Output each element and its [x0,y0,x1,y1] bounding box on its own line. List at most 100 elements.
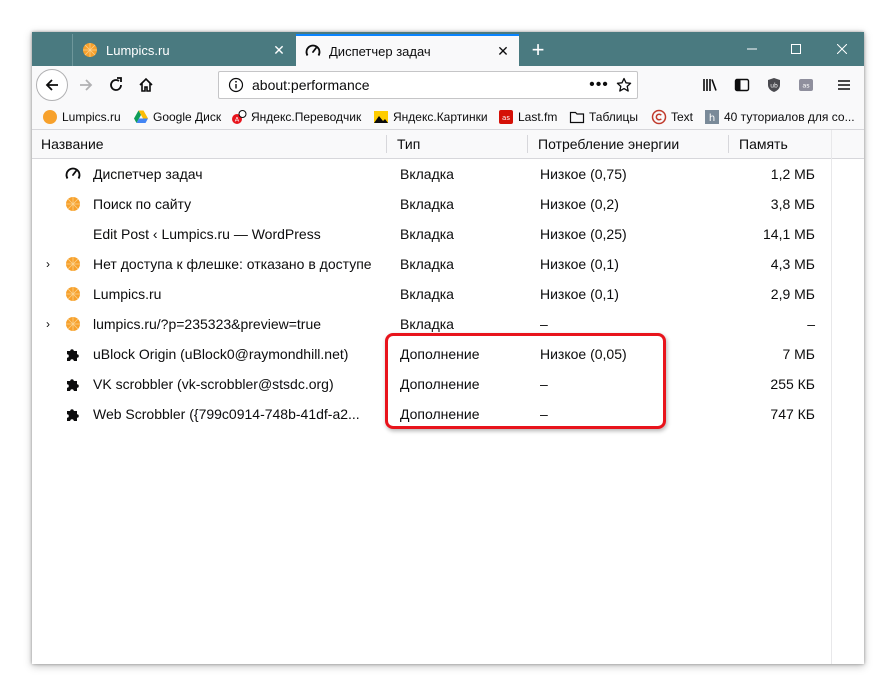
memory-usage: 7 МБ [782,346,815,362]
table-row[interactable]: Диспетчер задач Вкладка Низкое (0,75) 1,2 М… [32,159,864,189]
column-header-name[interactable]: Название [41,130,104,158]
tab-task-manager[interactable]: Диспетчер задач ✕ [296,34,519,66]
blank-icon [65,226,81,242]
table-row[interactable]: Поиск по сайту Вкладка Низкое (0,2) 3,8 МБ [32,189,864,219]
table-row[interactable]: Lumpics.ru Вкладка Низкое (0,1) 2,9 МБ [32,279,864,309]
bookmark-yandex-translate[interactable]: A Яндекс.Переводчик [231,108,361,126]
column-header-energy[interactable]: Потребление энергии [538,130,679,158]
process-name: lumpics.ru/?p=235323&preview=true [93,316,322,332]
energy-impact: Низкое (0,1) [540,286,619,302]
orange-circle-icon [65,286,81,302]
yandex-translate-icon: A [231,109,247,125]
energy-impact: Низкое (0,1) [540,256,619,272]
url-bar[interactable]: ••• [218,71,638,99]
forward-button[interactable] [72,71,100,99]
column-divider[interactable] [527,135,528,153]
bookmark-label: Lumpics.ru [62,110,121,124]
orange-circle-icon [65,316,81,332]
orange-circle-icon [65,256,81,272]
expand-twisty-icon[interactable]: › [41,309,55,339]
maximize-icon [791,44,801,54]
lastfm-button[interactable]: as [792,71,820,99]
tab-title: Диспетчер задач [329,43,431,59]
bookmark-label: Яндекс.Переводчик [251,110,362,124]
new-tab-button[interactable]: + [524,36,552,64]
ublock-button[interactable]: ub [760,71,788,99]
expand-twisty-icon [41,339,55,369]
energy-impact: Низкое (0,25) [540,226,627,242]
process-type: Вкладка [400,286,454,302]
table-row[interactable]: › Нет доступа к флешке: отказано в доступ… [32,249,864,279]
close-icon[interactable]: ✕ [269,40,289,60]
sidebar-button[interactable] [728,71,756,99]
library-icon [703,79,717,91]
memory-usage: 14,1 МБ [763,226,815,242]
sidebar-icon [734,78,750,92]
table-row[interactable]: Edit Post ‹ Lumpics.ru — WordPress Вкладк… [32,219,864,249]
close-icon [837,44,847,54]
bookmark-yandex-images[interactable]: Яндекс.Картинки [373,108,488,126]
process-name: Edit Post ‹ Lumpics.ru — WordPress [93,226,321,242]
column-divider[interactable] [728,135,729,153]
arrow-left-icon [45,79,58,91]
url-input[interactable] [252,77,587,93]
bookmark-lastfm[interactable]: as Last.fm [498,108,557,126]
table-header: Название Тип Потребление энергии Память [32,130,864,159]
svg-text:as: as [802,82,810,90]
orange-circle-icon [65,196,81,212]
memory-usage: 4,3 МБ [770,256,815,272]
process-name: Web Scrobbler ({799c0914-748b-41df-a2... [93,406,360,422]
yandex-images-icon [373,109,389,125]
minimize-icon [747,48,757,50]
process-type: Вкладка [400,226,454,242]
menu-button[interactable] [830,71,858,99]
process-name: Поиск по сайту [93,196,192,212]
hamburger-menu-icon [838,80,850,90]
star-icon[interactable] [611,77,637,93]
reload-button[interactable] [102,71,130,99]
process-name: Lumpics.ru [93,286,162,302]
bookmark-lumpics[interactable]: Lumpics.ru [42,108,121,126]
memory-usage: – [807,316,815,332]
expand-twisty-icon [41,369,55,399]
column-header-type[interactable]: Тип [397,130,420,158]
memory-usage: 1,2 МБ [770,166,815,182]
process-name: uBlock Origin (uBlock0@raymondhill.net) [93,346,349,362]
svg-text:h: h [709,113,715,124]
process-name: Диспетчер задач [93,166,203,182]
tab-lumpics[interactable]: Lumpics.ru ✕ [72,34,295,66]
memory-usage: 3,8 МБ [770,196,815,212]
expand-twisty-icon[interactable]: › [41,249,55,279]
home-icon [139,77,153,92]
info-icon[interactable] [228,77,244,93]
svg-text:as: as [502,114,510,122]
home-button[interactable] [132,71,160,99]
highlight-box [385,333,666,429]
browser-window: Lumpics.ru ✕ Диспетчер задач ✕ + about:p… [32,32,864,664]
navigation-toolbar: ••• ub as [32,66,864,104]
close-icon[interactable]: ✕ [493,41,513,61]
lastfm-icon: as [498,109,514,125]
process-type: Вкладка [400,166,454,182]
minimize-button[interactable] [730,32,774,66]
back-button[interactable] [36,69,68,101]
bookmark-label: Яндекс.Картинки [393,110,488,124]
bookmark-tutorials[interactable]: h 40 туториалов для со... [704,108,855,126]
bookmark-text[interactable]: Text [651,108,693,126]
page-actions-button[interactable]: ••• [587,76,611,94]
maximize-button[interactable] [774,32,818,66]
bookmark-label: Google Диск [153,110,222,124]
bookmark-google-drive[interactable]: Google Диск [133,108,221,126]
close-window-button[interactable] [820,32,864,66]
performance-page: Название Тип Потребление энергии Память … [32,130,864,664]
reload-icon [110,77,122,91]
process-type: Вкладка [400,256,454,272]
column-divider[interactable] [386,135,387,153]
gauge-icon [65,166,81,182]
bookmark-folder-tables[interactable]: Таблицы [569,108,638,126]
process-type: Вкладка [400,196,454,212]
library-button[interactable] [696,71,724,99]
puzzle-icon [65,406,81,422]
memory-usage: 255 КБ [770,376,815,392]
column-header-memory[interactable]: Память [739,130,788,158]
